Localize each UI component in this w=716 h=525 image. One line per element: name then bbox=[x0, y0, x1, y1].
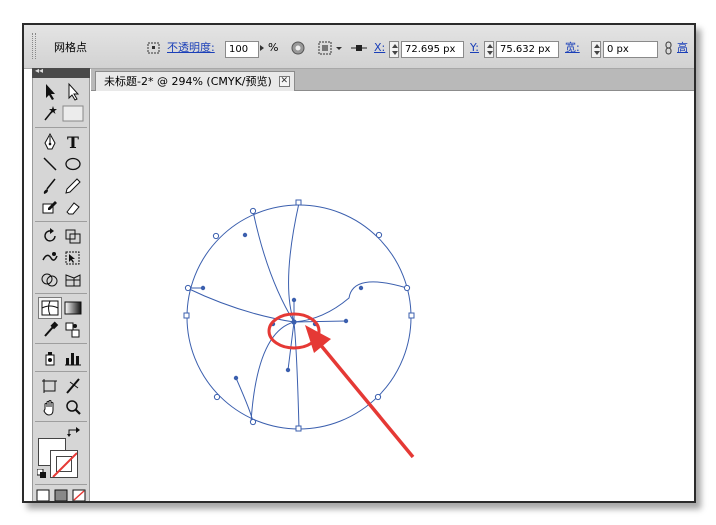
mesh-icon[interactable] bbox=[38, 297, 62, 319]
handle-points bbox=[200, 232, 364, 381]
artboard-canvas[interactable] bbox=[91, 92, 694, 501]
width-stepper[interactable] bbox=[591, 41, 601, 58]
mesh-line-bottom bbox=[293, 321, 300, 430]
selection-type-label: 网格点 bbox=[54, 41, 87, 54]
align-icon[interactable] bbox=[317, 39, 335, 57]
mesh-handle-down bbox=[287, 321, 295, 371]
opacity-label[interactable]: 不透明度: bbox=[167, 39, 215, 57]
anchor-point bbox=[374, 393, 382, 401]
document-tab-bar: 未标题-2* @ 294% (CMYK/预览) ✕ bbox=[91, 69, 694, 91]
ellipse-icon[interactable] bbox=[62, 154, 84, 174]
paintbrush-icon[interactable] bbox=[39, 176, 61, 196]
tool-separator bbox=[35, 343, 87, 344]
rotate-icon[interactable] bbox=[39, 226, 61, 246]
close-icon[interactable]: ✕ bbox=[278, 76, 290, 87]
mesh-line-top-left bbox=[252, 210, 295, 323]
document-tab-title: 未标题-2* @ 294% (CMYK/预览) bbox=[104, 75, 272, 88]
panel-grip[interactable] bbox=[32, 33, 36, 59]
direct-selection-icon[interactable] bbox=[62, 82, 84, 102]
gradient-icon[interactable] bbox=[62, 298, 84, 318]
anchor-point bbox=[295, 425, 302, 432]
annotation bbox=[267, 312, 415, 459]
blob-brush-icon[interactable] bbox=[39, 198, 61, 218]
x-label[interactable]: X: bbox=[374, 39, 385, 57]
opacity-unit: % bbox=[268, 41, 279, 54]
pen-icon[interactable] bbox=[39, 132, 61, 152]
x-input[interactable]: 72.695 px bbox=[401, 41, 464, 58]
svg-text:T: T bbox=[67, 133, 79, 152]
annotation-arrow-shaft bbox=[317, 341, 415, 459]
tool-separator bbox=[35, 127, 87, 128]
tool-separator bbox=[35, 421, 87, 422]
warp-icon[interactable] bbox=[39, 248, 61, 268]
recolor-icon[interactable] bbox=[145, 39, 163, 57]
anchor-point bbox=[249, 418, 257, 426]
type-icon[interactable]: T bbox=[62, 132, 84, 152]
anchor-point bbox=[375, 231, 383, 239]
anchor-point bbox=[183, 312, 190, 319]
x-stepper[interactable] bbox=[389, 41, 399, 58]
anchor-point bbox=[249, 207, 257, 215]
collapse-icon[interactable]: ◂◂ bbox=[35, 66, 43, 75]
shape-builder-icon[interactable] bbox=[39, 270, 61, 290]
artboard-icon[interactable] bbox=[39, 376, 61, 396]
magic-wand-icon[interactable] bbox=[39, 104, 61, 124]
anchor-point bbox=[212, 232, 220, 240]
tools-panel-header[interactable]: ◂◂ bbox=[32, 66, 90, 78]
anchor-point bbox=[213, 393, 221, 401]
line-icon[interactable] bbox=[39, 154, 61, 174]
perspective-grid-icon[interactable] bbox=[62, 270, 84, 290]
width-label[interactable]: 宽: bbox=[565, 39, 580, 57]
scale-icon[interactable] bbox=[62, 226, 84, 246]
swap-colors-icon[interactable] bbox=[67, 426, 81, 438]
align-dropdown-icon[interactable] bbox=[334, 39, 344, 57]
y-label[interactable]: Y: bbox=[470, 39, 479, 57]
lasso-icon[interactable] bbox=[62, 104, 84, 124]
pencil-icon[interactable] bbox=[62, 176, 84, 196]
document-tab[interactable]: 未标题-2* @ 294% (CMYK/预览) ✕ bbox=[95, 71, 295, 91]
opacity-input[interactable]: 100 bbox=[225, 41, 259, 58]
stroke-swatch[interactable] bbox=[50, 450, 78, 478]
anchor-point bbox=[403, 284, 411, 292]
slice-icon[interactable] bbox=[62, 376, 84, 396]
tool-separator bbox=[35, 221, 87, 222]
anchor-point bbox=[295, 199, 302, 206]
eyedropper-icon[interactable] bbox=[39, 320, 61, 340]
anchor-point bbox=[184, 284, 192, 292]
color-mode-buttons bbox=[36, 489, 88, 501]
graph-icon[interactable] bbox=[62, 348, 84, 368]
eraser-icon[interactable] bbox=[62, 198, 84, 218]
symbol-sprayer-icon[interactable] bbox=[39, 348, 61, 368]
width-input[interactable]: 0 px bbox=[603, 41, 658, 58]
artwork bbox=[183, 199, 415, 459]
link-icon[interactable] bbox=[662, 39, 676, 57]
y-stepper[interactable] bbox=[484, 41, 494, 58]
anchor-point bbox=[408, 312, 415, 319]
selection-icon[interactable] bbox=[39, 82, 61, 102]
default-colors-icon[interactable] bbox=[36, 468, 47, 479]
hand-icon[interactable] bbox=[39, 398, 61, 418]
free-transform-icon[interactable] bbox=[62, 248, 84, 268]
blend-icon[interactable] bbox=[62, 320, 84, 340]
opacity-dropdown-icon[interactable] bbox=[257, 39, 267, 57]
tools-panel: T bbox=[32, 78, 90, 501]
tool-separator bbox=[35, 484, 87, 485]
anchor-convert-icon[interactable] bbox=[350, 39, 368, 57]
style-icon[interactable] bbox=[289, 39, 307, 57]
tool-separator bbox=[35, 293, 87, 294]
tool-separator bbox=[35, 371, 87, 372]
mesh-line-right bbox=[293, 281, 408, 323]
control-bar: 网格点 不透明度: 100 % X: 72.695 px Y: 75.632 p… bbox=[24, 25, 694, 69]
height-label[interactable]: 高 bbox=[677, 39, 688, 57]
zoom-icon[interactable] bbox=[62, 398, 84, 418]
y-input[interactable]: 75.632 px bbox=[496, 41, 559, 58]
app-window: 网格点 不透明度: 100 % X: 72.695 px Y: 75.632 p… bbox=[22, 23, 696, 503]
